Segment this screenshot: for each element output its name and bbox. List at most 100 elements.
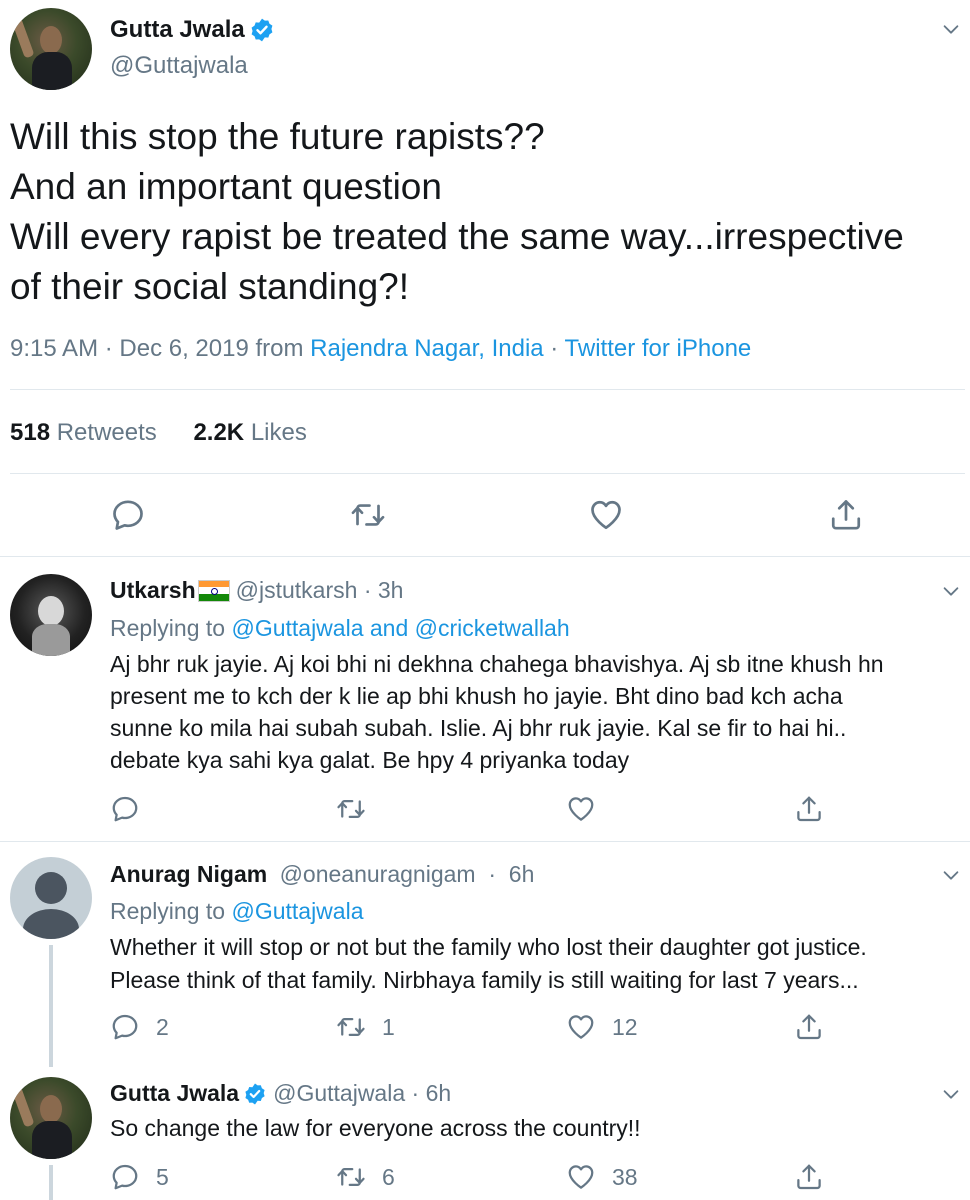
replying-to-link[interactable]: @Guttajwala	[231, 898, 363, 924]
like-count: 12	[612, 1013, 638, 1040]
retweet-icon	[336, 794, 366, 824]
tweet-text-line: debate kya sahi kya galat. Be hpy 4 priy…	[110, 747, 630, 773]
retweets-stat[interactable]: 518 Retweets	[10, 419, 157, 446]
retweet-icon	[336, 1162, 366, 1192]
avatar[interactable]	[10, 8, 92, 90]
retweet-button[interactable]: 6	[336, 1162, 395, 1192]
separator: ·	[405, 1080, 426, 1106]
timestamp[interactable]: 9:15 AM · Dec 6, 2019 from	[10, 335, 310, 362]
divider	[10, 389, 965, 390]
author-name[interactable]: Utkarsh	[110, 577, 196, 604]
avatar[interactable]	[10, 1077, 92, 1159]
tweet-text: Aj bhr ruk jayie. Aj koi bhi ni dekhna c…	[110, 648, 884, 776]
tweet-text-line: Whether it will stop or not but the fami…	[110, 934, 867, 960]
avatar[interactable]	[10, 574, 92, 656]
like-button[interactable]: 38	[566, 1162, 638, 1192]
reply-button[interactable]: 2	[110, 1012, 169, 1042]
like-icon	[566, 1012, 596, 1042]
author-name[interactable]: Gutta Jwala	[110, 1080, 239, 1107]
tweet-text-line: And an important question	[10, 166, 442, 207]
separator: ·	[543, 335, 565, 362]
tweet-text-line: So change the law for everyone across th…	[110, 1115, 641, 1141]
reply-count: 2	[156, 1013, 169, 1040]
reply-button[interactable]	[110, 794, 154, 824]
tweet-text: Will this stop the future rapists?? And …	[10, 112, 904, 312]
like-button[interactable]	[588, 497, 624, 533]
tweet-text: Whether it will stop or not but the fami…	[110, 931, 867, 997]
tweet-text-line: Will every rapist be treated the same wa…	[10, 216, 904, 257]
india-flag-icon	[197, 579, 230, 602]
replying-to: Replying to @Guttajwala	[110, 898, 363, 925]
share-icon	[794, 1162, 824, 1192]
retweet-button[interactable]	[336, 794, 380, 824]
retweet-icon	[336, 1012, 366, 1042]
share-icon	[794, 1012, 824, 1042]
tweet-text-line: present me to kch der k lie ap bhi khush…	[110, 683, 843, 709]
tweet-text: So change the law for everyone across th…	[110, 1115, 641, 1142]
timestamp[interactable]: 6h	[509, 861, 535, 887]
author-name[interactable]: Gutta Jwala	[110, 16, 245, 44]
divider	[0, 841, 970, 842]
like-icon	[588, 497, 624, 533]
replying-to: Replying to @Guttajwala and @cricketwall…	[110, 615, 570, 642]
share-button[interactable]	[828, 497, 864, 533]
chevron-down-icon[interactable]	[940, 18, 962, 40]
reply-icon	[110, 794, 140, 824]
timestamp[interactable]: 6h	[426, 1080, 452, 1107]
chevron-down-icon[interactable]	[940, 580, 962, 602]
like-button[interactable]	[566, 794, 610, 824]
reply-button[interactable]: 5	[110, 1162, 169, 1192]
thread-line	[49, 1165, 53, 1200]
share-button[interactable]	[794, 1162, 824, 1192]
retweet-count: 1	[382, 1013, 395, 1040]
replying-label: Replying to	[110, 615, 226, 641]
retweet-count: 6	[382, 1163, 395, 1190]
retweet-button[interactable]	[350, 497, 386, 533]
tweet-text-line: Aj bhr ruk jayie. Aj koi bhi ni dekhna c…	[110, 651, 884, 677]
replying-label: Replying to	[110, 898, 226, 924]
replying-to-link[interactable]: @Guttajwala and @cricketwallah	[231, 615, 569, 641]
author-handle[interactable]: @jstutkarsh	[236, 577, 358, 604]
share-button[interactable]	[794, 1012, 824, 1042]
likes-count: 2.2K	[193, 419, 245, 446]
location-link[interactable]: Rajendra Nagar, India	[310, 335, 543, 362]
reply-icon	[110, 1162, 140, 1192]
tweet-text-line: Will this stop the future rapists??	[10, 116, 545, 157]
share-icon	[794, 794, 824, 824]
verified-badge-icon	[243, 1082, 267, 1106]
retweet-icon	[350, 497, 386, 533]
separator: ·	[481, 861, 503, 887]
avatar[interactable]	[10, 857, 92, 939]
timestamp[interactable]: 3h	[378, 577, 404, 604]
tweet-stats: 518 Retweets 2.2K Likes	[10, 419, 307, 447]
divider	[10, 473, 965, 474]
source-link[interactable]: Twitter for iPhone	[565, 335, 752, 362]
verified-badge-icon	[249, 17, 275, 43]
author-handle[interactable]: @Guttajwala	[273, 1080, 405, 1107]
author-handle[interactable]: @Guttajwala	[110, 52, 248, 80]
tweet-meta: 9:15 AM · Dec 6, 2019 from Rajendra Naga…	[10, 335, 751, 363]
tweet-text-line: of their social standing?!	[10, 266, 410, 307]
reply-icon	[110, 1012, 140, 1042]
reply-button[interactable]	[110, 497, 146, 533]
separator: ·	[357, 577, 378, 603]
like-icon	[566, 794, 596, 824]
retweets-count: 518	[10, 419, 51, 446]
chevron-down-icon[interactable]	[940, 1083, 962, 1105]
author-name[interactable]: Anurag Nigam	[110, 861, 267, 887]
share-button[interactable]	[794, 794, 824, 824]
share-icon	[828, 497, 864, 533]
chevron-down-icon[interactable]	[940, 864, 962, 886]
like-button[interactable]: 12	[566, 1012, 638, 1042]
divider	[0, 556, 970, 557]
retweet-button[interactable]: 1	[336, 1012, 395, 1042]
reply-icon	[110, 497, 146, 533]
retweets-label: Retweets	[56, 419, 157, 446]
reply-count: 5	[156, 1163, 169, 1190]
likes-stat[interactable]: 2.2K Likes	[193, 419, 306, 446]
like-icon	[566, 1162, 596, 1192]
thread-line	[49, 945, 53, 1067]
tweet-text-line: Please think of that family. Nirbhaya fa…	[110, 967, 859, 993]
author-handle[interactable]: @oneanuragnigam	[280, 861, 476, 887]
tweet-text-line: sunne ko mila hai subah subah. Islie. Aj…	[110, 715, 847, 741]
